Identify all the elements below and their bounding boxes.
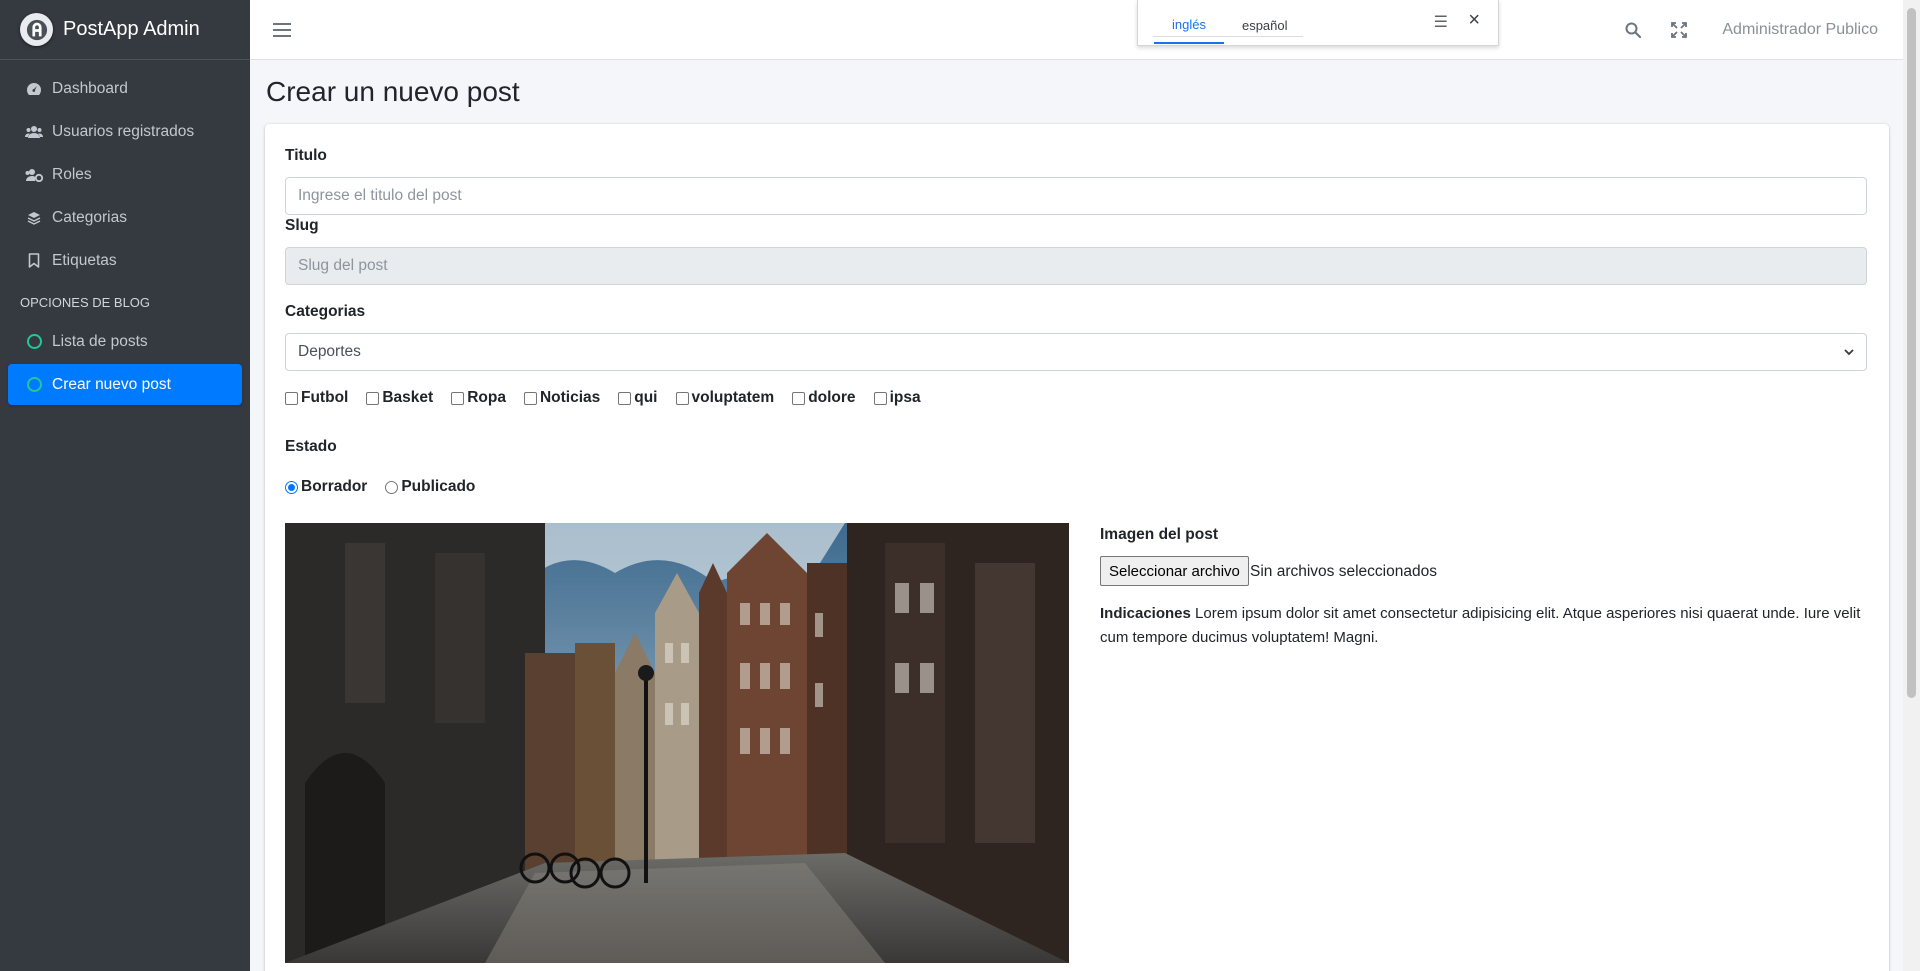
page-scrollbar[interactable] xyxy=(1903,0,1920,971)
sidebar-item-label: Roles xyxy=(52,165,92,183)
circle-icon xyxy=(24,377,44,392)
search-icon[interactable] xyxy=(1610,0,1656,60)
sidebar-item-categories[interactable]: Categorias xyxy=(8,197,242,238)
brand-logo-icon xyxy=(20,13,53,46)
sidebar-item-label: Crear nuevo post xyxy=(52,375,171,393)
tachometer-icon xyxy=(24,82,44,96)
tag-checkbox[interactable]: qui xyxy=(618,389,658,407)
sidebar-nav: Dashboard Usuarios registrados Roles Cat… xyxy=(0,60,250,415)
top-navbar: Administrador Publico xyxy=(250,0,1903,60)
sidebar-item-label: Etiquetas xyxy=(52,251,117,269)
post-form-card: Titulo Slug Categorias Deportes Futbol B… xyxy=(265,124,1889,971)
sidebar-item-dashboard[interactable]: Dashboard xyxy=(8,68,242,109)
brand-text: PostApp Admin xyxy=(63,18,200,40)
title-label: Titulo xyxy=(285,147,327,164)
categories-label: Categorias xyxy=(285,303,366,320)
fullscreen-icon[interactable] xyxy=(1656,0,1702,60)
bookmark-icon xyxy=(24,253,44,268)
chevron-down-icon xyxy=(1844,348,1854,355)
layers-icon xyxy=(24,211,44,225)
circle-icon xyxy=(24,334,44,349)
tag-checkbox[interactable]: Noticias xyxy=(523,389,600,407)
title-input[interactable] xyxy=(285,177,1867,215)
instructions-text: Indicaciones Lorem ipsum dolor sit amet … xyxy=(1100,605,1861,646)
close-icon[interactable]: × xyxy=(1468,9,1480,32)
menu-toggle-icon[interactable] xyxy=(273,19,291,41)
users-icon xyxy=(24,125,44,139)
translate-menu-icon[interactable]: ☰ xyxy=(1434,12,1448,32)
sidebar-item-label: Usuarios registrados xyxy=(52,122,195,140)
brand-link[interactable]: PostApp Admin xyxy=(0,0,250,60)
status-radio-draft[interactable]: Borrador xyxy=(285,478,367,496)
tag-checkbox[interactable]: dolore xyxy=(792,389,856,407)
image-label: Imagen del post xyxy=(1100,526,1218,543)
users-cog-icon xyxy=(24,168,44,182)
main-content: Crear un nuevo post Titulo Slug Categori… xyxy=(250,60,1903,971)
sidebar-item-roles[interactable]: Roles xyxy=(8,154,242,195)
category-select[interactable]: Deportes xyxy=(285,333,1867,371)
sidebar: PostApp Admin Dashboard Usuarios registr… xyxy=(0,0,250,971)
scrollbar-thumb[interactable] xyxy=(1907,8,1916,698)
tag-checkbox[interactable]: Basket xyxy=(366,389,433,407)
sidebar-item-post-list[interactable]: Lista de posts xyxy=(8,321,242,362)
page-title: Crear un nuevo post xyxy=(266,76,520,107)
sidebar-item-label: Categorias xyxy=(52,208,127,226)
post-image-preview xyxy=(285,523,1069,963)
slug-input xyxy=(285,247,1867,285)
translate-tab-english[interactable]: inglés xyxy=(1154,8,1224,44)
choose-file-button[interactable]: Seleccionar archivo xyxy=(1100,556,1249,586)
sidebar-item-label: Dashboard xyxy=(52,79,128,97)
sidebar-item-tags[interactable]: Etiquetas xyxy=(8,240,242,281)
tag-checkbox[interactable]: Ropa xyxy=(451,389,506,407)
status-radio-group: Borrador Publicado xyxy=(285,478,493,496)
category-select-value: Deportes xyxy=(298,343,361,360)
status-label: Estado xyxy=(285,438,337,455)
user-menu[interactable]: Administrador Publico xyxy=(1702,21,1903,39)
tags-checkbox-group: Futbol Basket Ropa Noticias qui voluptat… xyxy=(285,389,939,407)
navbar-right: Administrador Publico xyxy=(1610,0,1903,60)
tag-checkbox[interactable]: voluptatem xyxy=(675,389,774,407)
status-radio-published[interactable]: Publicado xyxy=(385,478,475,496)
tag-checkbox[interactable]: ipsa xyxy=(873,389,921,407)
tag-checkbox[interactable]: Futbol xyxy=(285,389,348,407)
sidebar-item-create-post[interactable]: Crear nuevo post xyxy=(8,364,242,405)
file-status: Sin archivos seleccionados xyxy=(1250,563,1437,580)
sidebar-item-users[interactable]: Usuarios registrados xyxy=(8,111,242,152)
translate-popup: inglés español ☰ × xyxy=(1137,0,1499,46)
sidebar-item-label: Lista de posts xyxy=(52,332,148,350)
sidebar-section-header: OPCIONES DE BLOG xyxy=(20,295,151,310)
slug-label: Slug xyxy=(285,217,319,234)
translate-tab-spanish[interactable]: español xyxy=(1224,8,1306,44)
